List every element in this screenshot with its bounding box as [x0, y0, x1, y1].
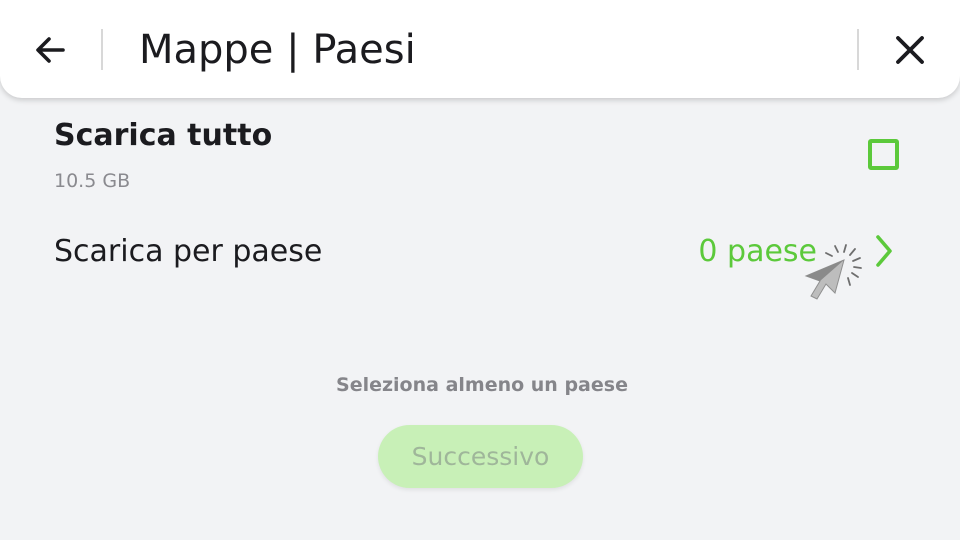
close-icon [896, 36, 924, 64]
download-all-size: 10.5 GB [54, 170, 131, 192]
download-all-title: Scarica tutto [54, 118, 273, 153]
page: Mappe | Paesi Scarica tutto 10.5 GB Scar… [0, 0, 960, 540]
download-by-country-label: Scarica per paese [54, 234, 323, 269]
close-button[interactable] [886, 26, 934, 74]
download-all-checkbox[interactable] [868, 139, 899, 170]
header-divider-right [857, 29, 859, 70]
download-by-country-row[interactable]: Scarica per paese 0 paese [0, 220, 960, 286]
header-divider-left [101, 29, 103, 70]
back-button[interactable] [26, 26, 74, 74]
top-bar: Mappe | Paesi [0, 0, 960, 98]
next-button[interactable]: Successivo [378, 425, 583, 488]
selected-country-count: 0 paese [698, 234, 817, 269]
selection-hint: Seleziona almeno un paese [336, 374, 628, 396]
arrow-left-icon [36, 37, 65, 63]
page-title: Mappe | Paesi [139, 27, 416, 73]
chevron-right-icon [876, 235, 892, 267]
